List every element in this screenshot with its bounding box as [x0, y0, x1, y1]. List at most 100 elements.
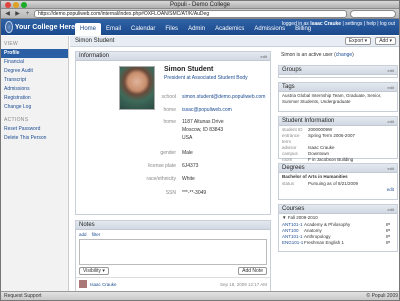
- settings-link[interactable]: settings: [345, 21, 362, 27]
- degree-name[interactable]: Bachelor of Arts in Humanities: [279, 173, 397, 181]
- main-nav: Home Email Calendar Files Admin Academics Admi…: [75, 23, 316, 35]
- person-role[interactable]: President at Associated Student Body: [164, 75, 248, 81]
- notes-tabs: add filter: [76, 230, 270, 239]
- note-textarea[interactable]: [79, 239, 267, 265]
- visibility-select[interactable]: Visibility ▾: [79, 267, 109, 275]
- nav-calendar[interactable]: Calendar: [126, 23, 160, 35]
- back-icon[interactable]: ◀: [4, 10, 11, 18]
- sidebar-item-change-log[interactable]: Change Log: [1, 103, 68, 112]
- minimize-window-icon[interactable]: [13, 2, 19, 8]
- groups-title: Groups: [282, 67, 302, 73]
- degrees-edit-link[interactable]: edit: [388, 164, 394, 173]
- export-button[interactable]: Export ▾: [344, 37, 372, 45]
- nav-academics[interactable]: Academics: [210, 23, 249, 35]
- main-content: Simon Student Export ▾ Add ▾ Information…: [70, 36, 399, 293]
- add-label: Add: [379, 38, 389, 44]
- close-window-icon[interactable]: [5, 2, 11, 8]
- student-info-edit-link[interactable]: edit: [388, 117, 394, 126]
- info-value: 1187 Altunas Drive: [182, 119, 224, 125]
- nav-files[interactable]: Files: [160, 23, 183, 35]
- notes-panel: Notes add filter Visibility ▾ Add Note I…: [75, 220, 271, 293]
- info-row: home issac@populiweb.com: [131, 107, 232, 113]
- courses-header: Courses edit: [279, 205, 397, 214]
- student-info-row: entrance term Spring Term 2006-2007: [279, 133, 397, 145]
- user-name-link[interactable]: Isaac Crauke: [310, 21, 341, 27]
- student-info-value: Spring Term 2006-2007: [308, 133, 355, 138]
- address-bar[interactable]: https://demo.populiweb.com/internal/inde…: [34, 9, 347, 18]
- info-row: home 1187 Altunas Drive: [131, 119, 224, 125]
- sidebar-action-reset-password[interactable]: Reset Password: [1, 125, 68, 134]
- info-row: license plate 6J4373: [131, 163, 198, 169]
- help-link[interactable]: help: [366, 21, 375, 27]
- info-value: USA: [182, 135, 193, 141]
- course-name: Freshman English 1: [304, 240, 345, 245]
- avatar: [119, 66, 155, 110]
- export-label: Export: [348, 38, 364, 44]
- change-link[interactable]: change: [336, 52, 352, 58]
- logged-in-label: logged in as: [281, 21, 309, 27]
- courses-title: Courses: [282, 206, 305, 212]
- nav-home[interactable]: Home: [75, 23, 102, 35]
- author-avatar: [79, 280, 87, 288]
- browser-window: Populi - Demo College ◀ ▶ + https://demo…: [0, 0, 400, 301]
- term-toggle[interactable]: ▼ Fall 2009-2010: [279, 214, 397, 222]
- zoom-window-icon[interactable]: [21, 2, 27, 8]
- sidebar-item-transcript[interactable]: Transcript: [1, 76, 68, 85]
- info-label: gender: [160, 150, 176, 156]
- courses-edit-link[interactable]: edit: [388, 205, 394, 214]
- degrees-header: Degrees edit: [279, 164, 397, 173]
- note-item: Isaac Crauke Sep 18, 2009 12:17 AM: [76, 277, 270, 290]
- info-value[interactable]: issac@populiweb.com: [182, 107, 232, 113]
- actions-menu: Reset Password Delete This Person: [1, 125, 68, 143]
- sidebar-item-profile[interactable]: Profile: [1, 49, 68, 58]
- sidebar-item-registration[interactable]: Registration: [1, 94, 68, 103]
- courses-panel: Courses edit ▼ Fall 2009-2010 ANT101-1 Aca…: [278, 204, 398, 252]
- info-row: SSN ***-**-3049: [131, 190, 206, 196]
- groups-edit-link[interactable]: edit: [388, 66, 394, 75]
- app-header: Your College Here Home Email Calendar Files…: [1, 19, 399, 35]
- add-note-button[interactable]: Add Note: [238, 267, 267, 275]
- logout-link[interactable]: log out: [380, 21, 395, 27]
- info-value: 6J4373: [182, 163, 199, 169]
- info-value: ***-**-3049: [182, 190, 207, 196]
- request-support-link[interactable]: Request Support: [4, 292, 42, 300]
- notes-header: Notes: [76, 221, 270, 230]
- info-row: Moscow, ID 83843: [131, 127, 223, 133]
- sidebar-item-degree-audit[interactable]: Degree Audit: [1, 67, 68, 76]
- forward-icon[interactable]: ▶: [14, 10, 21, 18]
- info-label: school: [161, 94, 176, 100]
- college-logo[interactable]: Your College Here: [5, 20, 75, 34]
- info-label: home: [163, 119, 176, 125]
- info-value: Moscow, ID 83843: [182, 127, 224, 133]
- degree-edit-link[interactable]: edit: [279, 187, 397, 192]
- nav-email[interactable]: Email: [101, 23, 126, 35]
- course-grade: IP: [386, 240, 391, 245]
- degree-status-value: Pursuing as of 8/21/2009: [308, 181, 359, 186]
- info-row: USA: [131, 135, 192, 141]
- sidebar: VIEW Profile Financial Degree Audit Transcr…: [1, 36, 69, 293]
- tags-edit-link[interactable]: edit: [388, 83, 394, 92]
- course-code[interactable]: ENG101-1: [282, 240, 304, 246]
- college-name: Your College Here: [14, 23, 75, 31]
- add-icon[interactable]: +: [24, 10, 31, 18]
- page-title: Simon Student: [75, 38, 115, 44]
- student-info-header: Student Information edit: [279, 117, 397, 126]
- information-panel: Information edit Simon Student President …: [75, 51, 271, 215]
- nav-admin[interactable]: Admin: [183, 23, 210, 35]
- browser-search-field[interactable]: [350, 9, 396, 18]
- notes-add-tab[interactable]: add: [79, 232, 87, 237]
- tags-list[interactable]: Austria Global Internship Team, Graduate…: [279, 92, 397, 106]
- sidebar-item-financial[interactable]: Financial: [1, 58, 68, 67]
- info-row: race/ethnicity White: [131, 176, 195, 182]
- note-author[interactable]: Isaac Crauke: [90, 282, 117, 287]
- sidebar-action-delete-this-person[interactable]: Delete This Person: [1, 134, 68, 143]
- information-edit-link[interactable]: edit: [261, 52, 267, 61]
- sidebar-item-admissions[interactable]: Admissions: [1, 85, 68, 94]
- copyright-text: © Populi 2009: [366, 293, 398, 299]
- visibility-label: Visibility: [83, 268, 101, 274]
- groups-header: Groups edit: [279, 66, 397, 75]
- notes-filter-tab[interactable]: filter: [92, 232, 101, 237]
- add-button[interactable]: Add ▾: [375, 37, 396, 45]
- note-date: Sep 18, 2009 12:17 AM: [219, 281, 267, 287]
- info-value[interactable]: simon.student@demo.populiweb.com: [182, 94, 265, 100]
